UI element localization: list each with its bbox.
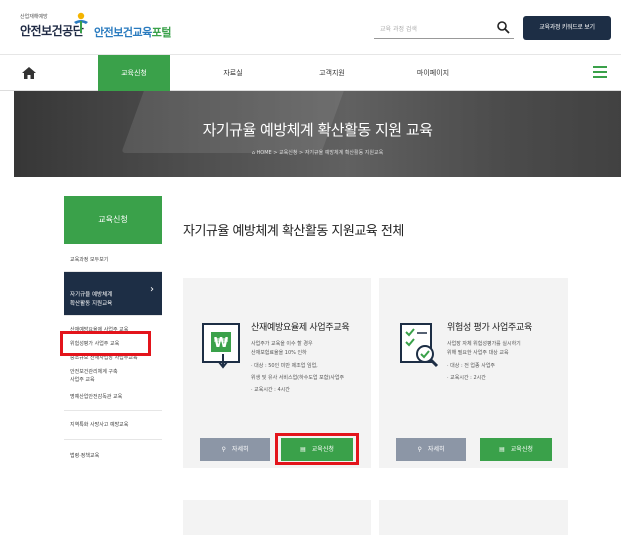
highlight-sidebar-item	[60, 331, 151, 356]
course-desc: 사업주가 교육을 이수 할 경우 산재보험료율을 10% 인하 · 대상 : 5…	[251, 341, 345, 393]
nav-item-apply[interactable]: 교육신청	[98, 55, 170, 91]
risk-assessment-icon	[400, 323, 439, 368]
sidebar-item-law[interactable]: 법령·정책교육	[64, 440, 162, 472]
course-card-lower-right	[379, 500, 568, 535]
site-header: 산업재해예방 안전보건공단 안전보건교육포털 교육 과정 검색 교육과정 키워드…	[0, 0, 621, 55]
nav-item-resources[interactable]: 자료실	[203, 55, 263, 91]
portal-logo-icon	[74, 12, 88, 33]
highlight-apply-button	[275, 433, 359, 465]
svg-text:₩: ₩	[214, 336, 229, 351]
course-name: 위험성 평가 사업주교육	[447, 323, 532, 333]
sidebar-item-regional[interactable]: 지역특화 사망사고 예방교육	[64, 411, 162, 440]
detail-button[interactable]: ⚲ 자세히	[200, 438, 270, 461]
course-card-risk: 위험성 평가 사업주교육 사업장 자체 위험성평가를 실시하기 위해 필요한 사…	[379, 278, 568, 468]
portal-logo-text[interactable]: 안전보건교육포털	[94, 24, 171, 40]
page-title: 자기규율 예방체계 확산활동 지원교육 전체	[183, 224, 404, 239]
detail-button[interactable]: ⚲ 자세히	[396, 438, 466, 461]
search-input[interactable]: 교육 과정 검색	[374, 17, 514, 39]
sidebar-item-all[interactable]: 교육과정 모두보기	[64, 244, 162, 272]
sidebar-sub-item-system[interactable]: 안전보건관리체계 구축 사업주 교육	[64, 365, 162, 387]
course-name: 산재예방요율제 사업주교육	[251, 323, 350, 333]
search-placeholder: 교육 과정 검색	[380, 26, 417, 33]
search-icon: ⚲	[221, 446, 226, 453]
sidebar-sub-item-honorary[interactable]: 명예산업안전감독관 교육	[64, 387, 162, 411]
search-icon: ⚲	[417, 446, 422, 453]
main-nav: 교육신청 자료실 고객지원 마이페이지	[0, 55, 621, 91]
home-icon[interactable]	[22, 67, 36, 79]
nav-item-mypage[interactable]: 마이페이지	[403, 55, 463, 91]
breadcrumb[interactable]: ⌂ HOME > 교육신청 > 자기규율 예방체계 확산활동 지원교육	[14, 149, 621, 156]
apply-button[interactable]: ▤ 교육신청	[480, 438, 552, 461]
sidebar-head: 교육신청	[64, 196, 162, 244]
keyword-view-button[interactable]: 교육과정 키워드로 보기	[523, 16, 611, 40]
page-banner: 자기규율 예방체계 확산활동 지원 교육 ⌂ HOME > 교육신청 > 자기규…	[14, 91, 621, 177]
search-icon[interactable]	[496, 20, 510, 34]
rate-reduction-icon: ₩	[202, 323, 240, 369]
banner-title: 자기규율 예방체계 확산활동 지원 교육	[202, 121, 433, 139]
hamburger-menu-icon[interactable]	[593, 66, 607, 78]
document-icon: ▤	[499, 446, 505, 453]
chevron-right-icon: ›	[150, 284, 154, 295]
sidebar-item-self-regulation[interactable]: 자기규율 예방체계 확산활동 지원교육 ›	[64, 272, 162, 316]
course-desc: 사업장 자체 위험성평가를 실시하기 위해 필요한 사업주 대상 교육 · 대상…	[447, 341, 521, 381]
nav-item-support[interactable]: 고객지원	[302, 55, 362, 91]
course-card-lower-left	[183, 500, 371, 535]
